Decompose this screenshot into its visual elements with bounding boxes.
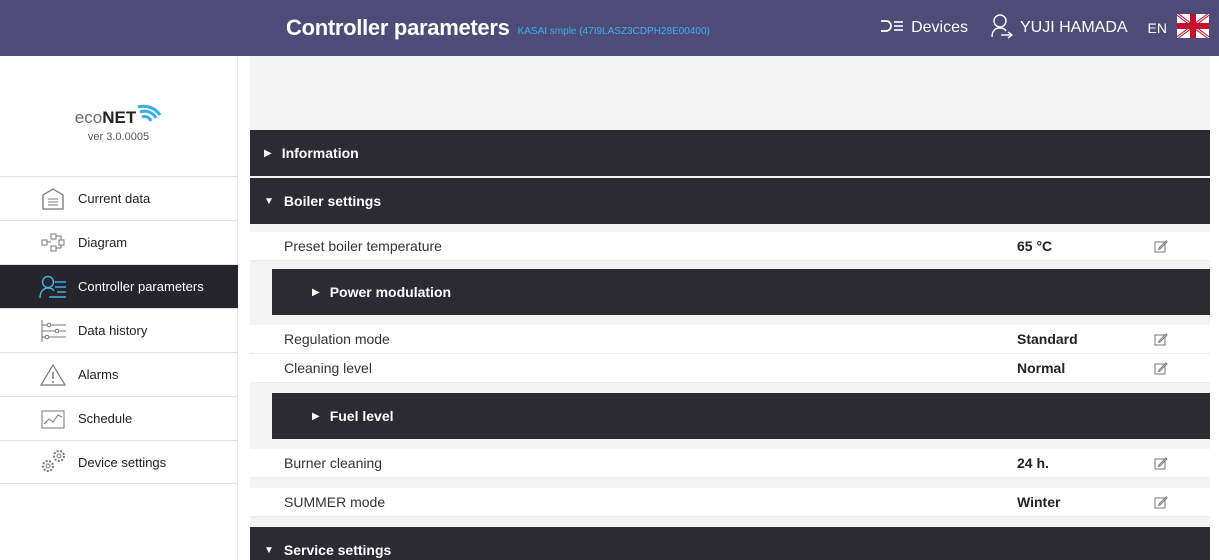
param-row-cleaning-level: Cleaning level Normal xyxy=(250,354,1210,383)
section-title: Power modulation xyxy=(329,284,452,300)
caret-down-icon: ▼ xyxy=(264,544,274,556)
sidebar-item-label: Alarms xyxy=(78,367,119,382)
diagram-icon xyxy=(38,228,68,258)
param-label: Cleaning level xyxy=(284,360,372,376)
sidebar-menu: Current data Diagram Controller paramete… xyxy=(0,176,238,484)
section-boiler-settings-header[interactable]: ▼ Boiler settings xyxy=(250,178,1210,224)
current-data-icon xyxy=(38,184,68,214)
logo-area: eco NET ver 3.0.0005 xyxy=(0,56,237,170)
section-title: Information xyxy=(281,145,359,161)
page-title: Controller parameters xyxy=(286,15,510,40)
device-subtitle: KASAI smple (47I9LASZ3CDPH28E00400) xyxy=(517,25,710,37)
sidebar-item-diagram[interactable]: Diagram xyxy=(0,220,238,264)
section-fuel-level-header[interactable]: ▶ Fuel level xyxy=(272,393,1210,439)
language-label[interactable]: EN xyxy=(1148,20,1167,36)
sidebar-item-alarms[interactable]: Alarms xyxy=(0,352,238,396)
data-history-icon xyxy=(38,316,68,346)
sidebar-item-label: Current data xyxy=(78,191,151,206)
controller-parameters-icon xyxy=(38,272,68,302)
edit-icon[interactable] xyxy=(1154,361,1168,378)
param-row-summer-mode: SUMMER mode Winter xyxy=(250,488,1210,517)
param-value: Normal xyxy=(1017,360,1066,376)
devices-icon xyxy=(879,19,905,38)
section-title: Service settings xyxy=(283,542,392,558)
wifi-icon xyxy=(136,101,162,128)
uk-flag-icon[interactable] xyxy=(1176,12,1210,43)
top-bar-actions: Devices YUJI HAMADA EN xyxy=(879,0,1210,56)
sidebar-item-current-data[interactable]: Current data xyxy=(0,176,238,220)
param-label: Burner cleaning xyxy=(284,455,383,471)
sidebar-item-label: Data history xyxy=(78,323,148,338)
content-top-spacer xyxy=(250,56,1210,130)
user-menu[interactable]: YUJI HAMADA xyxy=(990,13,1128,44)
caret-right-icon: ▶ xyxy=(264,147,272,159)
sidebar-item-label: Device settings xyxy=(78,454,167,470)
user-icon xyxy=(990,13,1014,44)
caret-right-icon: ▶ xyxy=(312,410,320,422)
section-power-modulation-header[interactable]: ▶ Power modulation xyxy=(272,269,1210,315)
devices-button[interactable]: Devices xyxy=(879,19,968,38)
section-title: Boiler settings xyxy=(283,193,382,209)
version-label: ver 3.0.0005 xyxy=(87,131,150,143)
edit-icon[interactable] xyxy=(1154,456,1168,473)
logo-net-text: NET xyxy=(102,108,137,127)
sidebar-item-schedule[interactable]: Schedule xyxy=(0,396,238,440)
device-settings-icon xyxy=(38,447,68,477)
param-label: Preset boiler temperature xyxy=(284,238,442,254)
page-title-area: Controller parameters KASAI smple (47I9L… xyxy=(286,0,710,56)
param-label: Regulation mode xyxy=(284,331,390,347)
logo-eco-text: eco xyxy=(74,108,103,127)
sidebar-item-controller-parameters[interactable]: Controller parameters xyxy=(0,264,238,308)
param-label: SUMMER mode xyxy=(284,494,386,510)
edit-icon[interactable] xyxy=(1154,332,1168,349)
sidebar-item-device-settings[interactable]: Device settings xyxy=(0,440,238,484)
sidebar-item-label: Diagram xyxy=(78,235,128,250)
param-value: 24 h. xyxy=(1017,455,1049,471)
alarm-icon xyxy=(38,360,68,390)
sidebar-item-data-history[interactable]: Data history xyxy=(0,308,238,352)
devices-label: Devices xyxy=(911,19,968,36)
caret-right-icon: ▶ xyxy=(312,286,320,298)
param-value: 65 °C xyxy=(1017,238,1053,254)
param-row-preset-boiler-temperature: Preset boiler temperature 65 °C xyxy=(250,232,1210,261)
section-information-header[interactable]: ▶ Information xyxy=(250,130,1210,176)
econet-logo: eco NET xyxy=(75,101,162,128)
caret-down-icon: ▼ xyxy=(264,195,274,207)
main-content: ▶ Information ▼ Boiler settings Preset b… xyxy=(250,56,1210,560)
sidebar: eco NET ver 3.0.0005 Current data Diagra xyxy=(0,56,238,560)
user-name: YUJI HAMADA xyxy=(1019,19,1128,36)
param-row-regulation-mode: Regulation mode Standard xyxy=(250,325,1210,354)
schedule-icon xyxy=(38,404,68,434)
edit-icon[interactable] xyxy=(1154,239,1168,256)
param-value: Winter xyxy=(1017,494,1061,510)
param-value: Standard xyxy=(1017,331,1078,347)
section-service-settings-header[interactable]: ▼ Service settings xyxy=(250,527,1210,560)
sidebar-item-label: Schedule xyxy=(78,411,133,426)
top-bar: Controller parameters KASAI smple (47I9L… xyxy=(0,0,1219,56)
section-title: Fuel level xyxy=(329,408,394,424)
param-row-burner-cleaning: Burner cleaning 24 h. xyxy=(250,449,1210,478)
sidebar-item-label: Controller parameters xyxy=(78,279,204,294)
edit-icon[interactable] xyxy=(1154,495,1168,512)
